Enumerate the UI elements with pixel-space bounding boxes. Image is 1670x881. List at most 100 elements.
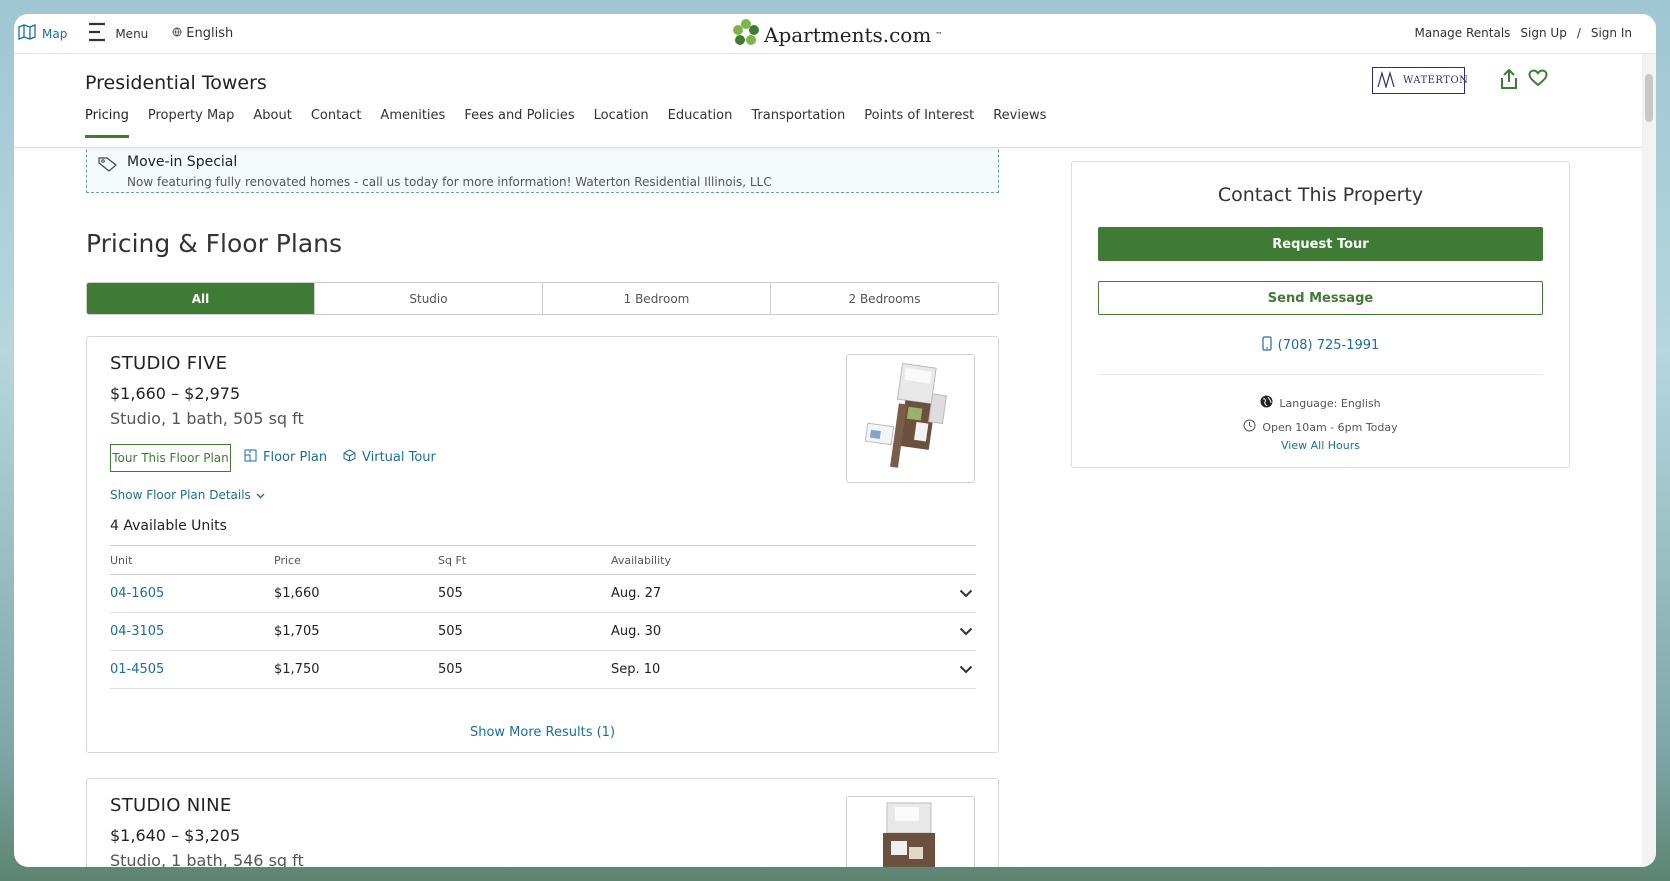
tab-reviews[interactable]: Reviews — [993, 108, 1046, 138]
header-sqft: Sq Ft — [438, 553, 467, 567]
plan-price: $1,640 – $3,205 — [110, 826, 241, 845]
contact-panel-title: Contact This Property — [1217, 184, 1424, 206]
tab-fees-and-policies[interactable]: Fees and Policies — [464, 108, 574, 138]
hours-text: Open 10am - 6pm Today — [1262, 420, 1398, 434]
unit-link[interactable]: 04-3105 — [110, 624, 274, 639]
filter-studio[interactable]: Studio — [315, 283, 543, 314]
virtual-tour-link[interactable]: Virtual Tour — [343, 449, 436, 466]
manage-rentals-link[interactable]: Manage Rentals — [1415, 26, 1511, 40]
unit-price: $1,660 — [274, 586, 320, 601]
plan-name: STUDIO NINE — [110, 795, 232, 816]
tab-about[interactable]: About — [253, 108, 291, 138]
property-header: Presidential Towers WATERTON Pricing Pro… — [14, 54, 1642, 148]
map-icon — [18, 24, 36, 43]
waterton-logo-text: WATERTON — [1403, 75, 1469, 86]
apartments-logo[interactable]: Apartments.com ™ — [732, 18, 942, 51]
unit-link[interactable]: 01-4505 — [110, 662, 274, 677]
cube-icon — [343, 449, 356, 466]
units-table: Unit Price Sq Ft Availability 04-1605 $1… — [110, 545, 976, 689]
floor-plan-thumbnail[interactable] — [846, 796, 975, 867]
top-nav-left: Map Menu English — [14, 22, 233, 45]
table-row[interactable]: 01-4505 $1,750 505 Sep. 10 — [110, 651, 976, 689]
unit-availability: Aug. 27 — [611, 586, 662, 601]
special-text: Now featuring fully renovated homes - ca… — [127, 175, 772, 189]
sign-in-link[interactable]: Sign In — [1591, 26, 1632, 40]
unit-sqft: 505 — [438, 624, 463, 639]
available-units-count: 4 Available Units — [110, 518, 227, 534]
filter-1-bedroom[interactable]: 1 Bedroom — [543, 283, 771, 314]
special-title: Move-in Special — [127, 154, 238, 170]
header-availability: Availability — [611, 553, 671, 567]
floor-plan-image — [883, 802, 935, 867]
show-more-results-link[interactable]: Show More Results (1) — [87, 725, 998, 740]
language-text: Language: English — [1279, 396, 1381, 410]
bedroom-filter-tabs: All Studio 1 Bedroom 2 Bedrooms — [86, 282, 999, 315]
waterton-logo[interactable]: WATERTON — [1372, 67, 1469, 94]
tab-location[interactable]: Location — [594, 108, 649, 138]
expand-chevron-icon[interactable] — [956, 665, 976, 674]
unit-link[interactable]: 04-1605 — [110, 586, 274, 601]
hours-info: Open 10am - 6pm Today — [1072, 419, 1569, 435]
favorite-heart-icon[interactable] — [1528, 69, 1548, 91]
tab-amenities[interactable]: Amenities — [380, 108, 445, 138]
waterton-mark-icon — [1377, 70, 1397, 91]
unit-sqft: 505 — [438, 586, 463, 601]
unit-price: $1,750 — [274, 662, 320, 677]
language-selector[interactable]: English — [172, 26, 233, 41]
hamburger-icon — [89, 22, 106, 45]
header-price: Price — [274, 553, 301, 567]
tab-contact[interactable]: Contact — [311, 108, 362, 138]
map-link[interactable]: Map — [18, 24, 67, 43]
pricing-section-title: Pricing & Floor Plans — [86, 229, 343, 258]
show-floor-plan-details-link[interactable]: Show Floor Plan Details — [110, 488, 265, 502]
tab-pricing[interactable]: Pricing — [85, 108, 129, 138]
sign-up-link[interactable]: Sign Up — [1520, 26, 1566, 40]
menu-button[interactable]: Menu — [89, 22, 148, 45]
floor-plan-link[interactable]: Floor Plan — [244, 449, 327, 466]
nav-separator: / — [1576, 26, 1581, 40]
map-label: Map — [42, 26, 68, 41]
plan-specs: Studio, 1 bath, 546 sq ft — [110, 851, 304, 867]
unit-price: $1,705 — [274, 624, 320, 639]
clock-icon — [1243, 419, 1256, 435]
share-icon[interactable] — [1500, 68, 1518, 94]
unit-availability: Sep. 10 — [611, 662, 661, 677]
floor-plan-thumbnail[interactable] — [846, 354, 975, 483]
scrollbar-thumb[interactable] — [1645, 74, 1653, 122]
expand-chevron-icon[interactable] — [956, 589, 976, 598]
plan-specs: Studio, 1 bath, 505 sq ft — [110, 409, 304, 428]
globe-icon — [1260, 395, 1273, 411]
panel-divider — [1098, 374, 1543, 375]
property-title: Presidential Towers — [85, 72, 267, 94]
details-link-label: Show Floor Plan Details — [110, 488, 251, 502]
filter-all[interactable]: All — [87, 283, 315, 314]
page-scrollbar[interactable] — [1642, 54, 1656, 867]
tour-floor-plan-button[interactable]: Tour This Floor Plan — [110, 444, 231, 472]
plan-price: $1,660 – $2,975 — [110, 384, 241, 403]
price-tag-icon — [98, 156, 118, 176]
top-nav-right: Manage Rentals Sign Up / Sign In — [1415, 26, 1633, 40]
request-tour-button[interactable]: Request Tour — [1098, 227, 1543, 261]
unit-availability: Aug. 30 — [611, 624, 662, 639]
tab-transportation[interactable]: Transportation — [751, 108, 845, 138]
phone-link[interactable]: (708) 725-1991 — [1072, 336, 1569, 355]
filter-2-bedrooms[interactable]: 2 Bedrooms — [771, 283, 998, 314]
menu-label: Menu — [115, 26, 149, 41]
send-message-button[interactable]: Send Message — [1098, 281, 1543, 315]
table-row[interactable]: 04-1605 $1,660 505 Aug. 27 — [110, 575, 976, 613]
phone-icon — [1262, 336, 1272, 355]
view-all-hours-link[interactable]: View All Hours — [1072, 439, 1569, 452]
expand-chevron-icon[interactable] — [956, 627, 976, 636]
chevron-down-icon — [256, 488, 265, 502]
tab-property-map[interactable]: Property Map — [148, 108, 235, 138]
floor-plan-icon — [244, 449, 257, 466]
header-unit: Unit — [110, 553, 133, 567]
browser-page: Map Menu English Apartments.com ™ Manage… — [14, 14, 1656, 867]
tab-education[interactable]: Education — [668, 108, 733, 138]
contact-property-panel: Contact This Property Request Tour Send … — [1071, 161, 1570, 468]
unit-sqft: 505 — [438, 662, 463, 677]
tab-points-of-interest[interactable]: Points of Interest — [864, 108, 974, 138]
floor-plan-image — [864, 362, 948, 468]
table-row[interactable]: 04-3105 $1,705 505 Aug. 30 — [110, 613, 976, 651]
property-tabs: Pricing Property Map About Contact Ameni… — [85, 108, 1046, 138]
